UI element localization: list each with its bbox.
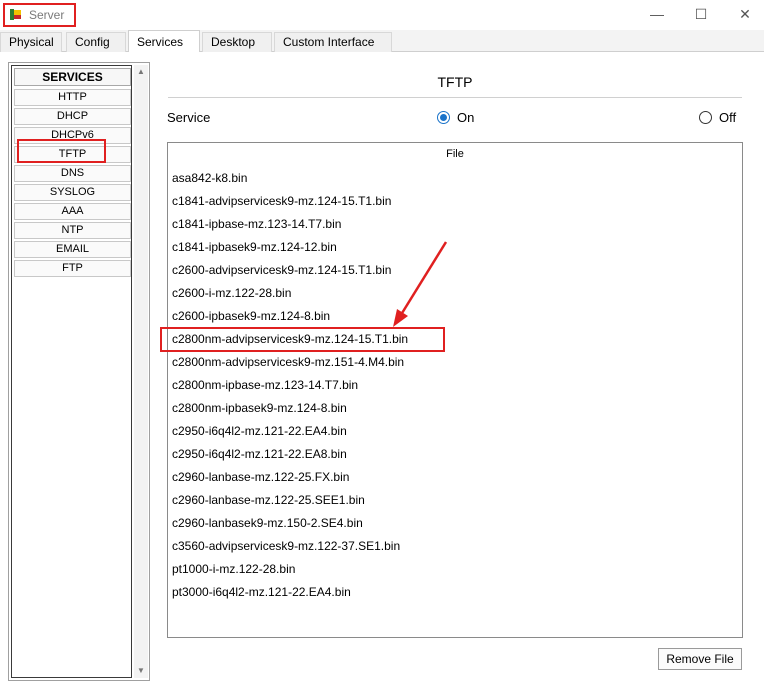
sidebar-item-ntp[interactable]: NTP: [14, 222, 131, 239]
list-item[interactable]: pt1000-i-mz.122-28.bin: [172, 562, 295, 576]
file-list[interactable]: File asa842-k8.bin c1841-advipservicesk9…: [160, 142, 743, 638]
list-item[interactable]: c2960-lanbase-mz.122-25.FX.bin: [172, 470, 349, 484]
panel-title: TFTP: [437, 74, 473, 90]
list-item[interactable]: c2950-i6q4l2-mz.121-22.EA8.bin: [172, 447, 347, 461]
tab-services[interactable]: Services: [128, 30, 200, 52]
tab-desktop[interactable]: Desktop: [202, 32, 272, 52]
list-item[interactable]: c2960-lanbase-mz.122-25.SEE1.bin: [172, 493, 365, 507]
list-item[interactable]: c2800nm-advipservicesk9-mz.151-4.M4.bin: [172, 355, 404, 369]
sidebar-item-syslog[interactable]: SYSLOG: [14, 184, 131, 201]
list-item[interactable]: c3560-advipservicesk9-mz.122-37.SE1.bin: [172, 539, 400, 553]
on-label: On: [457, 110, 475, 125]
list-item[interactable]: c2960-lanbasek9-mz.150-2.SE4.bin: [172, 516, 363, 530]
title-divider: [168, 97, 742, 98]
service-off-radio[interactable]: Off: [699, 110, 736, 125]
list-item[interactable]: c2800nm-ipbase-mz.123-14.T7.bin: [172, 378, 358, 392]
list-item[interactable]: c1841-ipbasek9-mz.124-12.bin: [172, 240, 337, 254]
app-icon: [8, 7, 24, 23]
tab-config[interactable]: Config: [66, 32, 126, 52]
service-label: Service: [167, 110, 211, 125]
list-item[interactable]: c1841-ipbase-mz.123-14.T7.bin: [172, 217, 341, 231]
title-bar: Server — ☐ ✕: [0, 0, 764, 30]
sidebar-scrollbar[interactable]: ▲ ▼: [134, 65, 148, 678]
list-item[interactable]: c2800nm-ipbasek9-mz.124-8.bin: [172, 401, 347, 415]
file-column-header: File: [446, 148, 464, 160]
sidebar-item-dns[interactable]: DNS: [14, 165, 131, 182]
sidebar-item-ftp[interactable]: FTP: [14, 260, 131, 277]
off-label: Off: [719, 110, 737, 125]
minimize-icon[interactable]: —: [642, 4, 672, 24]
list-item[interactable]: pt3000-i6q4l2-mz.121-22.EA4.bin: [172, 585, 351, 599]
radio-off-icon[interactable]: [699, 111, 712, 124]
tab-bar: Physical Config Services Desktop Custom …: [0, 30, 764, 52]
radio-on-icon[interactable]: [437, 111, 450, 124]
sidebar-item-email[interactable]: EMAIL: [14, 241, 131, 258]
tab-custom-interface[interactable]: Custom Interface: [274, 32, 392, 52]
sidebar-item-aaa[interactable]: AAA: [14, 203, 131, 220]
list-item[interactable]: c1841-advipservicesk9-mz.124-15.T1.bin: [172, 194, 391, 208]
services-content: SERVICES HTTP DHCP DHCPv6 TFTP DNS SYSLO…: [0, 52, 764, 683]
remove-file-button[interactable]: Remove File: [658, 648, 742, 670]
maximize-icon[interactable]: ☐: [686, 4, 716, 24]
service-on-radio[interactable]: On: [437, 110, 474, 125]
window-title: Server: [29, 8, 65, 22]
list-item[interactable]: c2600-ipbasek9-mz.124-8.bin: [172, 309, 330, 323]
services-header: SERVICES: [14, 68, 131, 86]
list-item[interactable]: asa842-k8.bin: [172, 171, 247, 185]
sidebar-item-http[interactable]: HTTP: [14, 89, 131, 106]
tftp-highlight-box: [17, 139, 106, 163]
close-icon[interactable]: ✕: [730, 4, 760, 24]
list-item[interactable]: c2950-i6q4l2-mz.121-22.EA4.bin: [172, 424, 347, 438]
scroll-up-icon[interactable]: ▲: [134, 65, 148, 79]
sidebar-item-dhcp[interactable]: DHCP: [14, 108, 131, 125]
list-item[interactable]: c2600-advipservicesk9-mz.124-15.T1.bin: [172, 263, 391, 277]
list-item[interactable]: c2600-i-mz.122-28.bin: [172, 286, 291, 300]
app-title-box: Server: [3, 3, 76, 27]
tab-physical[interactable]: Physical: [0, 32, 62, 52]
file-highlight-box: [160, 327, 445, 352]
scroll-down-icon[interactable]: ▼: [134, 664, 148, 678]
